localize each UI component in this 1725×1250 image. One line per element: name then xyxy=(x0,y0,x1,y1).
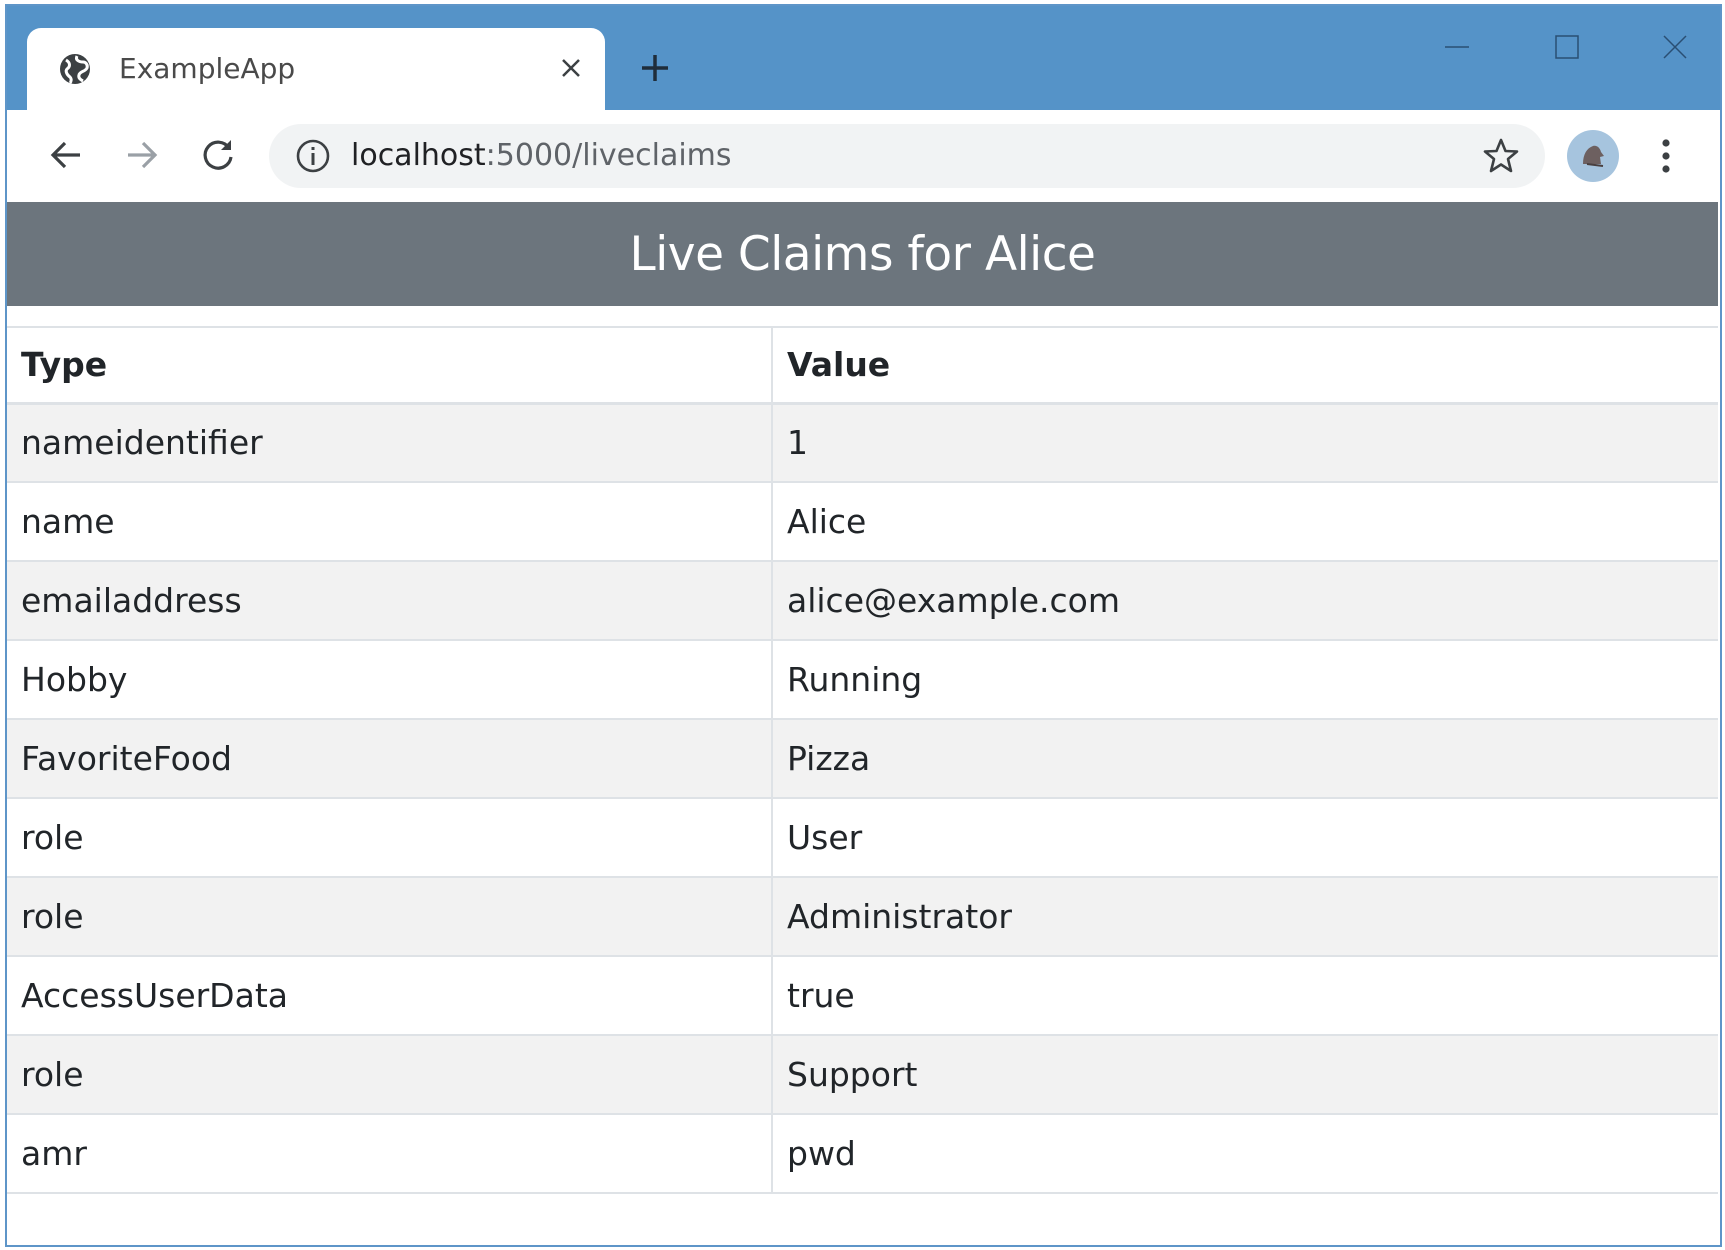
claim-type: amr xyxy=(7,1113,773,1194)
claim-value: Administrator xyxy=(772,876,1718,956)
minimize-button[interactable] xyxy=(1427,24,1487,70)
window-close-button[interactable] xyxy=(1645,24,1705,70)
claim-type: emailaddress xyxy=(7,560,773,640)
table-row: Hobby Running xyxy=(7,639,1718,719)
claim-value: Alice xyxy=(772,481,1718,561)
forward-button[interactable] xyxy=(117,130,167,180)
reload-icon xyxy=(203,140,233,170)
claim-type: role xyxy=(7,1034,773,1114)
kebab-menu-icon xyxy=(1662,139,1670,173)
page-header: Live Claims for Alice xyxy=(7,202,1718,306)
star-icon[interactable] xyxy=(1481,136,1521,176)
claim-type: role xyxy=(7,797,773,877)
table-row: role User xyxy=(7,797,1718,877)
minimize-icon xyxy=(1445,46,1469,48)
profile-avatar[interactable] xyxy=(1567,130,1619,182)
claim-type: Hobby xyxy=(7,639,773,719)
table-row: emailaddress alice@example.com xyxy=(7,560,1718,640)
browser-window: ExampleApp localhost:5000/liveclaims Liv… xyxy=(5,4,1722,1247)
claim-type: name xyxy=(7,481,773,561)
reload-button[interactable] xyxy=(193,130,243,180)
globe-icon xyxy=(60,54,90,85)
claim-value: alice@example.com xyxy=(772,560,1718,640)
url-path: :5000/liveclaims xyxy=(485,138,732,173)
browser-menu-button[interactable] xyxy=(1651,130,1681,182)
claim-type: AccessUserData xyxy=(7,955,773,1035)
claims-table: Type Value nameidentifier 1 name Alice e… xyxy=(7,326,1718,1194)
table-row: nameidentifier 1 xyxy=(7,402,1718,482)
back-button[interactable] xyxy=(41,130,91,180)
page-content: Live Claims for Alice Type Value nameide… xyxy=(7,202,1720,1245)
info-icon[interactable] xyxy=(295,138,331,174)
forward-arrow-icon xyxy=(128,141,158,169)
close-icon xyxy=(562,59,580,77)
claim-value: 1 xyxy=(772,402,1718,482)
table-row: AccessUserData true xyxy=(7,955,1718,1035)
title-bar: ExampleApp xyxy=(7,6,1720,110)
claim-type: role xyxy=(7,876,773,956)
page-title: Live Claims for Alice xyxy=(629,226,1096,282)
maximize-icon xyxy=(1555,35,1579,59)
tab-exampleapp[interactable]: ExampleApp xyxy=(27,28,605,110)
back-arrow-icon xyxy=(50,141,80,169)
claim-value: Pizza xyxy=(772,718,1718,798)
table-row: role Support xyxy=(7,1034,1718,1114)
avatar-icon xyxy=(1583,145,1604,167)
window-close-icon xyxy=(1663,35,1687,59)
claim-type: FavoriteFood xyxy=(7,718,773,798)
url-text[interactable]: localhost:5000/liveclaims xyxy=(351,137,732,175)
table-row: FavoriteFood Pizza xyxy=(7,718,1718,798)
column-header-type: Type xyxy=(7,326,773,405)
address-bar[interactable]: localhost:5000/liveclaims xyxy=(269,124,1545,188)
claim-value: pwd xyxy=(772,1113,1718,1194)
claim-value: User xyxy=(772,797,1718,877)
claim-value: Support xyxy=(772,1034,1718,1114)
browser-toolbar: localhost:5000/liveclaims xyxy=(7,110,1720,202)
table-row: role Administrator xyxy=(7,876,1718,956)
plus-icon xyxy=(642,55,668,81)
new-tab-button[interactable] xyxy=(635,48,675,88)
claim-type: nameidentifier xyxy=(7,402,773,482)
table-row: name Alice xyxy=(7,481,1718,561)
tab-close-button[interactable] xyxy=(551,48,591,88)
column-header-value: Value xyxy=(772,326,1718,405)
claim-value: true xyxy=(772,955,1718,1035)
claim-value: Running xyxy=(772,639,1718,719)
maximize-button[interactable] xyxy=(1537,24,1597,70)
tab-title: ExampleApp xyxy=(119,52,296,85)
table-row: amr pwd xyxy=(7,1113,1718,1194)
url-host: localhost xyxy=(351,138,486,173)
table-header-row: Type Value xyxy=(7,326,1718,405)
